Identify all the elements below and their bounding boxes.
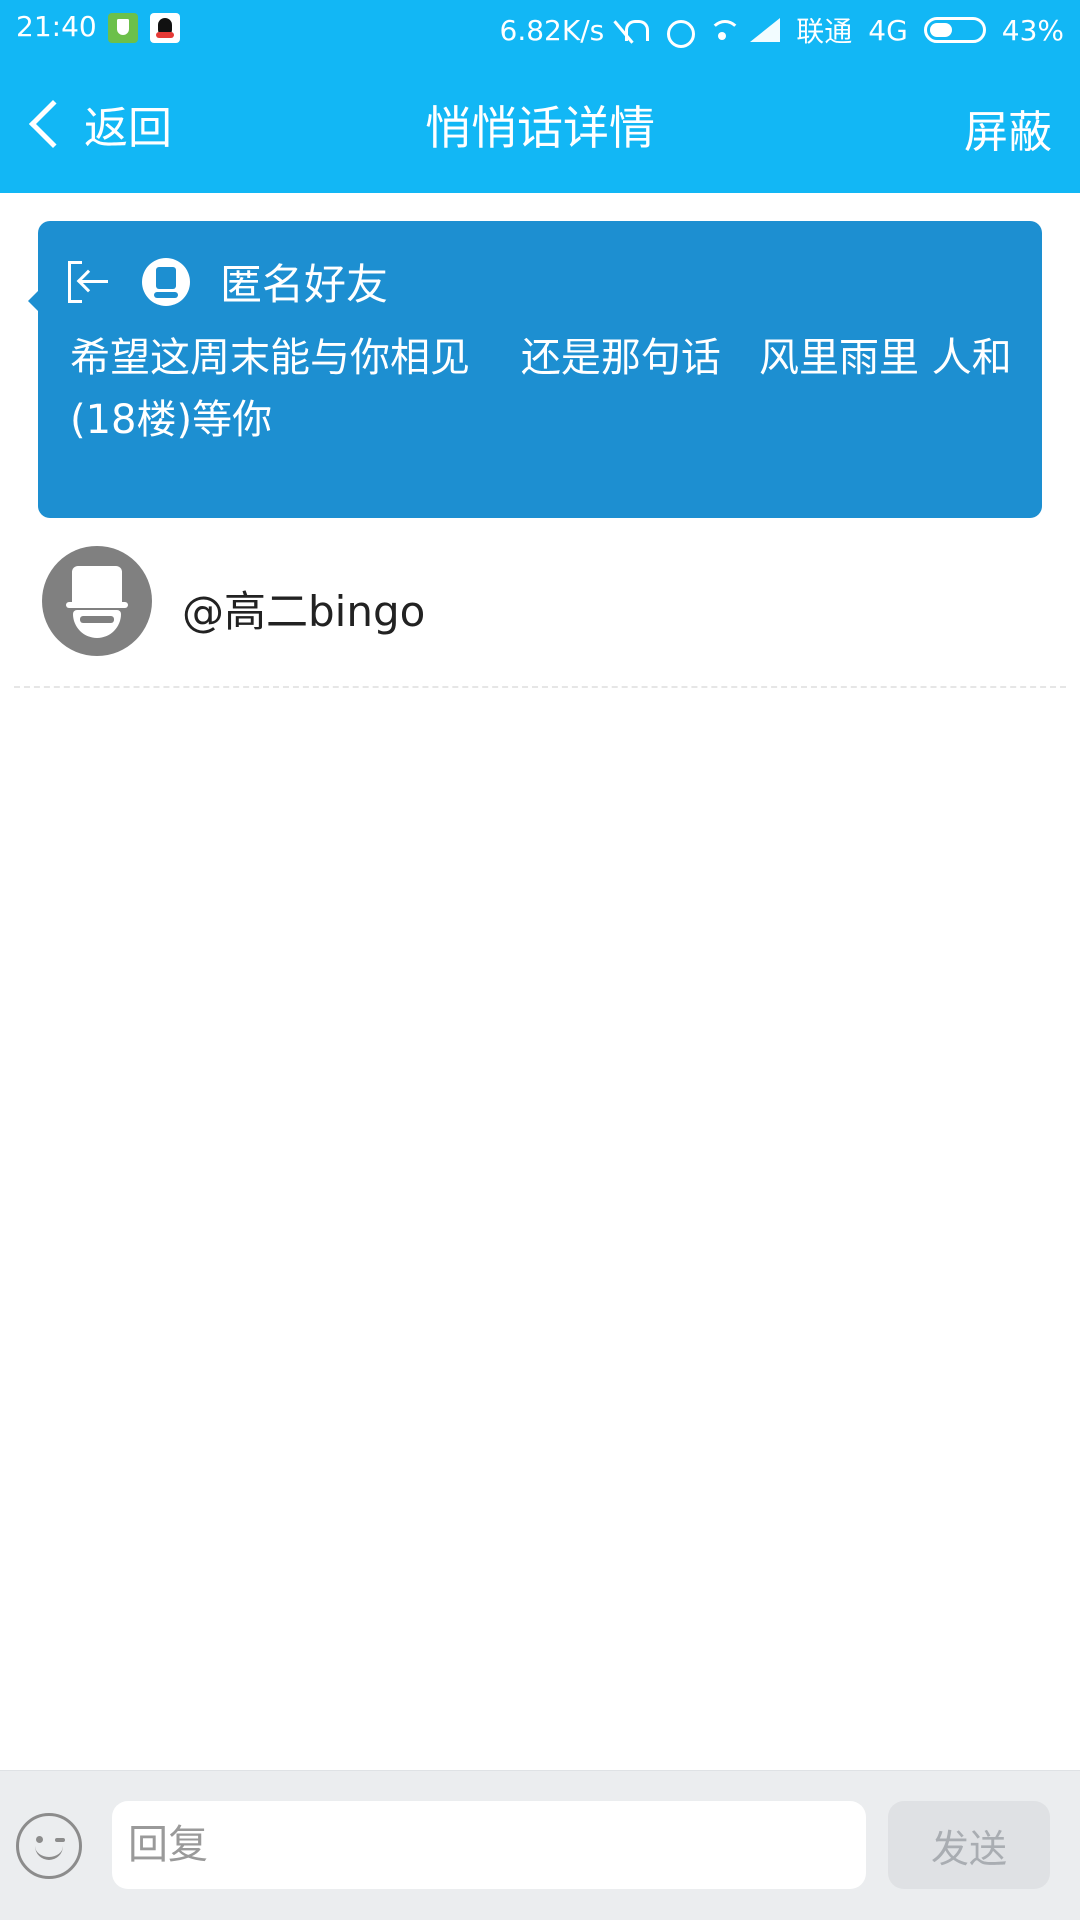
signal-icon bbox=[750, 16, 781, 44]
message-text: 希望这周末能与你相见 还是那句话 风里雨里 人和(18楼)等你 bbox=[70, 335, 1012, 443]
status-bar: 21:40 6.82K/s 联通 4G 43% bbox=[0, 0, 1080, 56]
battery-percent: 43% bbox=[1001, 13, 1064, 47]
block-button[interactable]: 屏蔽 bbox=[964, 96, 1052, 160]
recipient-name: @高二bingo bbox=[182, 587, 426, 636]
status-right: 6.82K/s 联通 4G 43% bbox=[499, 10, 1064, 50]
send-button[interactable]: 发送 bbox=[888, 1801, 1050, 1889]
divider bbox=[14, 686, 1066, 688]
qq-penguin-icon bbox=[150, 13, 180, 43]
page-title: 悄悄话详情 bbox=[425, 101, 655, 155]
battery-fill bbox=[929, 23, 952, 37]
top-bar: 21:40 6.82K/s 联通 4G 43% 返回 悄悄话详情 屏蔽 bbox=[0, 0, 1080, 193]
carrier-name: 联通 bbox=[796, 15, 853, 48]
avatar[interactable] bbox=[42, 546, 152, 656]
message-header: 匿名好友 bbox=[66, 251, 388, 312]
wifi-icon bbox=[708, 16, 742, 44]
battery-icon bbox=[923, 17, 986, 43]
nav-bar: 返回 悄悄话详情 屏蔽 bbox=[0, 56, 1080, 193]
network-speed: 6.82K/s bbox=[499, 13, 605, 47]
sender-name: 匿名好友 bbox=[220, 260, 389, 309]
emoji-icon[interactable] bbox=[16, 1813, 82, 1879]
reply-input[interactable] bbox=[112, 1801, 866, 1889]
status-time: 21:40 bbox=[16, 10, 97, 43]
screen: 21:40 6.82K/s 联通 4G 43% 返回 悄悄话详情 屏蔽 匿名好友… bbox=[0, 0, 1080, 1920]
bubble-tail bbox=[28, 291, 38, 311]
network-type: 4G bbox=[868, 13, 908, 47]
alarm-clock-icon bbox=[664, 16, 696, 48]
message-card: 匿名好友 希望这周末能与你相见 还是那句话 风里雨里 人和(18楼)等你 bbox=[28, 221, 1042, 518]
exit-arrow-icon[interactable] bbox=[66, 259, 112, 305]
security-app-icon bbox=[108, 13, 138, 43]
muted-bell-icon bbox=[620, 16, 650, 44]
anonymous-avatar-icon bbox=[142, 257, 190, 306]
composer-bar: 发送 bbox=[0, 1770, 1080, 1920]
recipient-row[interactable]: @高二bingo bbox=[42, 546, 1042, 656]
